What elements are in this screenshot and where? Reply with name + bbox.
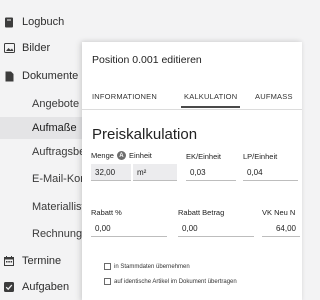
tab-aufmass[interactable]: AUFMASS bbox=[255, 92, 293, 101]
tab-bar: INFORMATIONEN KALKULATION AUFMASS bbox=[82, 88, 302, 110]
rabatt-prozent-field[interactable]: 0,00 bbox=[91, 220, 167, 237]
rabatt-betrag-field[interactable]: 0,00 bbox=[178, 220, 254, 237]
identische-artikel-checkbox[interactable] bbox=[104, 278, 111, 285]
edit-position-dialog: Position 0.001 editieren INFORMATIONEN K… bbox=[82, 42, 302, 300]
lp-einheit-label: LP/Einheit bbox=[243, 152, 278, 161]
identische-artikel-checkbox-row[interactable]: auf identische Artikel im Dokument übert… bbox=[104, 278, 237, 285]
sidebar-subitem-materiallisten[interactable]: Materiallisten bbox=[0, 196, 82, 218]
info-icon[interactable]: A bbox=[116, 151, 126, 160]
sidebar-item-dokumente[interactable]: Dokumente bbox=[0, 66, 78, 86]
tab-kalkulation[interactable]: KALKULATION bbox=[180, 92, 241, 108]
ek-einheit-field[interactable]: 0,03 bbox=[186, 164, 236, 181]
document-icon bbox=[2, 71, 16, 82]
menge-field[interactable]: 32,00 bbox=[91, 164, 131, 181]
checkbox-icon bbox=[2, 282, 16, 292]
section-title: Preiskalkulation bbox=[92, 126, 198, 143]
stammdaten-checkbox[interactable] bbox=[104, 263, 111, 270]
notebook-icon bbox=[2, 17, 16, 28]
sidebar-item-label: Termine bbox=[22, 255, 62, 267]
einheit-field[interactable]: m² bbox=[133, 164, 177, 181]
sidebar-subitem-aufmasse[interactable]: Aufmaße bbox=[0, 117, 82, 139]
lp-einheit-field[interactable]: 0,04 bbox=[243, 164, 298, 181]
vk-neu-field[interactable]: 64,00 bbox=[262, 220, 300, 237]
stammdaten-checkbox-row[interactable]: in Stammdaten übernehmen bbox=[104, 263, 190, 270]
identische-artikel-checkbox-label: auf identische Artikel im Dokument übert… bbox=[114, 278, 237, 285]
rabatt-prozent-label: Rabatt % bbox=[91, 208, 122, 217]
sidebar-item-label: Aufgaben bbox=[22, 281, 70, 293]
einheit-label: Einheit bbox=[128, 151, 152, 160]
menge-label: Menge A Einheit bbox=[91, 151, 152, 160]
sidebar-item-bilder[interactable]: Bilder bbox=[0, 38, 50, 58]
calendar-icon bbox=[2, 256, 16, 266]
sidebar-subitem-angebote[interactable]: Angebote bbox=[0, 93, 82, 115]
sidebar-subitem-auftragsbestaetigungen[interactable]: Auftragsbestätigungen bbox=[0, 141, 82, 163]
vk-neu-label: VK Neu N bbox=[262, 208, 296, 217]
image-icon bbox=[2, 43, 16, 53]
sidebar-item-label: Bilder bbox=[22, 42, 51, 54]
sidebar-subitem-email-korrespondenz[interactable]: E-Mail-Korrespondenz bbox=[0, 168, 82, 190]
sidebar-subitem-rechnungen[interactable]: Rechnungen bbox=[0, 223, 82, 245]
sidebar-item-aufgaben[interactable]: Aufgaben bbox=[0, 277, 69, 297]
sidebar-item-label: Logbuch bbox=[22, 16, 65, 28]
sidebar-item-termine[interactable]: Termine bbox=[0, 251, 61, 271]
tab-informationen[interactable]: INFORMATIONEN bbox=[92, 92, 157, 101]
ek-einheit-label: EK/Einheit bbox=[186, 152, 222, 161]
dialog-title: Position 0.001 editieren bbox=[92, 54, 202, 66]
rabatt-betrag-label: Rabatt Betrag bbox=[178, 208, 225, 217]
sidebar-item-logbuch[interactable]: Logbuch bbox=[0, 12, 64, 32]
stammdaten-checkbox-label: in Stammdaten übernehmen bbox=[114, 263, 190, 270]
sidebar-item-label: Dokumente bbox=[22, 70, 79, 82]
